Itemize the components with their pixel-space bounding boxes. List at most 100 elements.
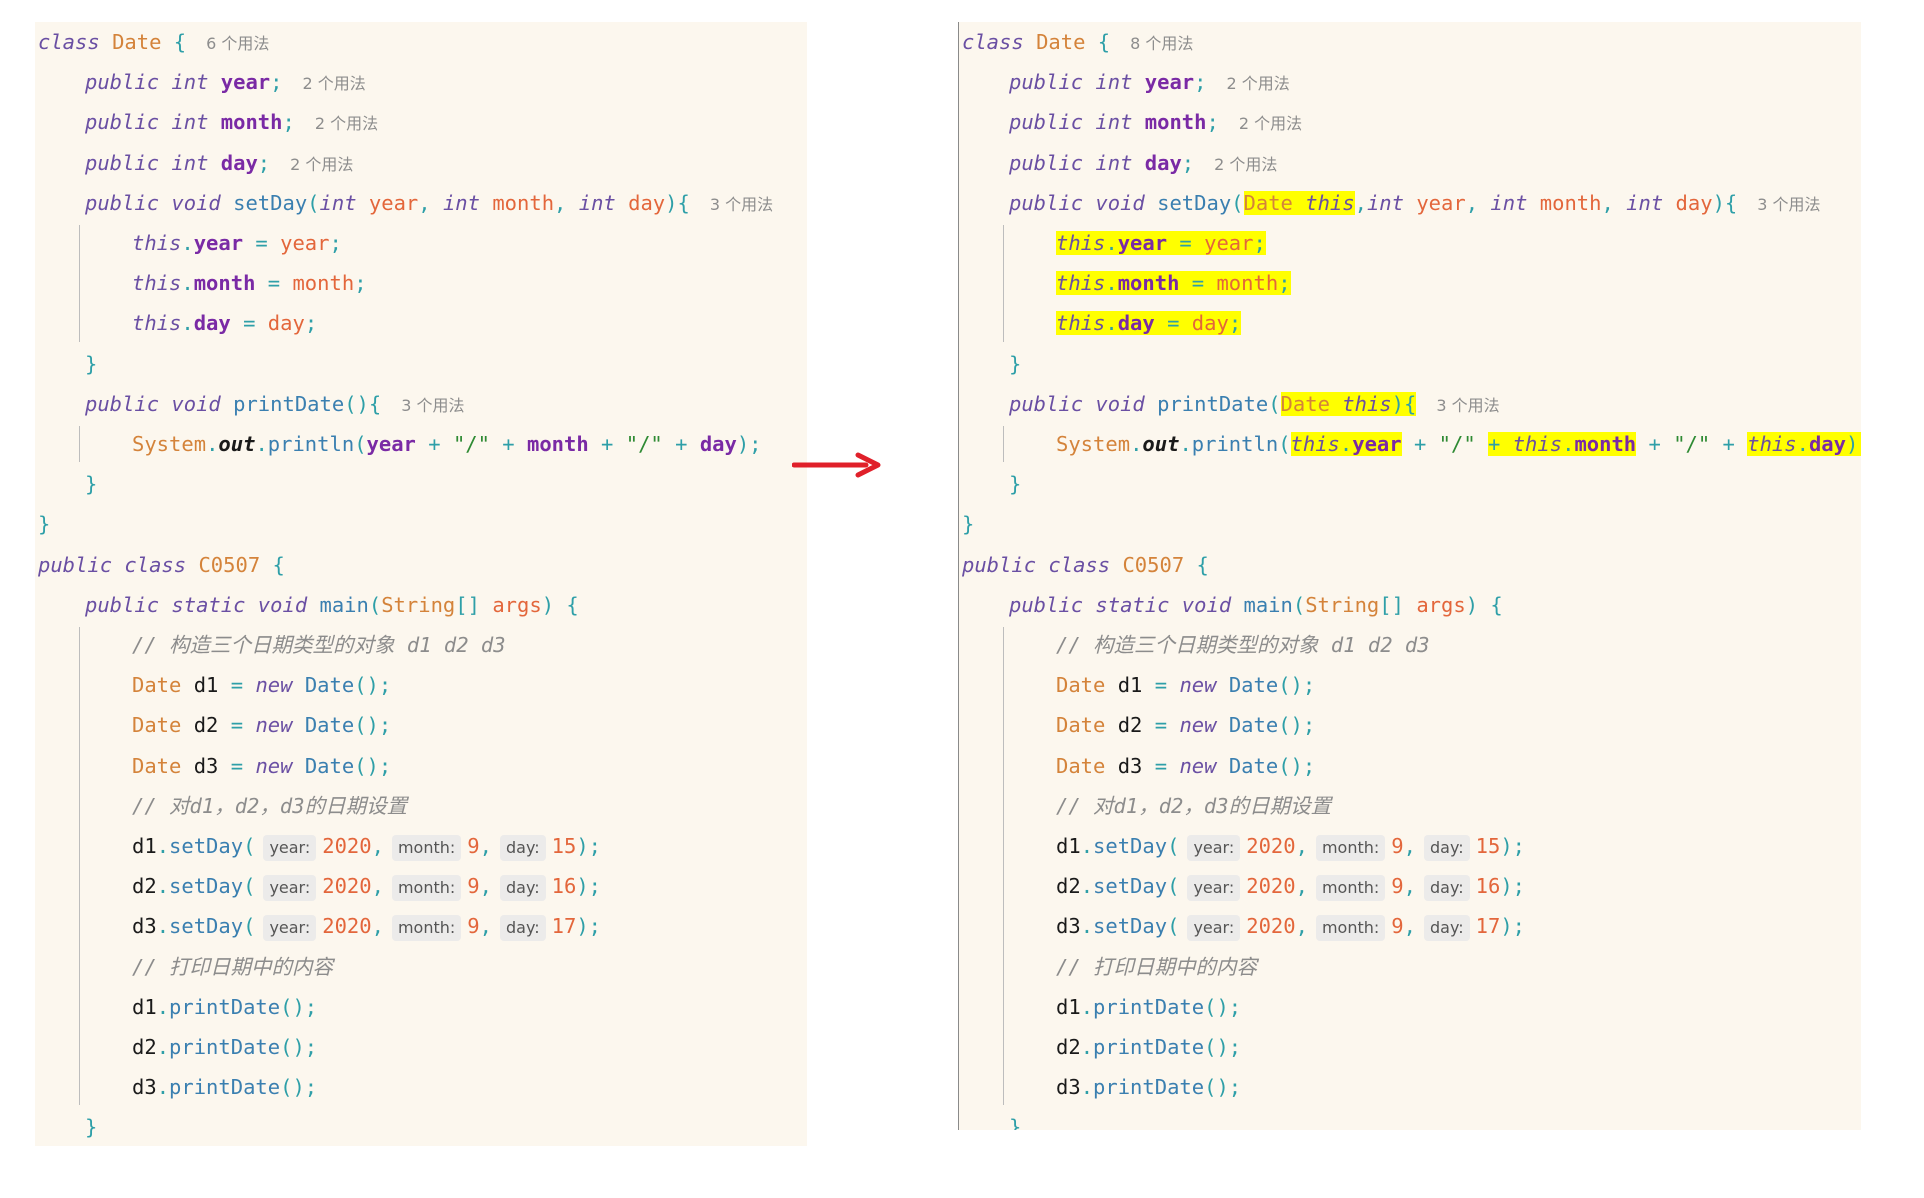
code-token: C0507 — [1122, 552, 1185, 577]
code-token: ){ — [665, 190, 690, 215]
param-hint: year: — [1187, 875, 1241, 902]
code-token: . — [181, 311, 194, 336]
code-token: day — [628, 190, 666, 215]
code-token: = — [230, 311, 268, 336]
code-token: + — [1401, 432, 1439, 456]
code-token: month — [527, 432, 589, 456]
code-token: ; — [282, 110, 295, 135]
code-token: . — [181, 271, 194, 296]
code-token: , — [1403, 914, 1416, 939]
code-token: . — [255, 432, 268, 456]
param-hint: day: — [499, 835, 546, 861]
code-line: public int month; 2 个用法 — [1009, 102, 1302, 142]
code-token: d3 — [1117, 753, 1143, 778]
code-token: setDay — [233, 190, 308, 215]
code-token: public class — [38, 552, 199, 577]
param-hint: month: — [1315, 875, 1386, 902]
code-token: ; — [304, 311, 318, 336]
code-line: // 打印日期中的内容 — [132, 947, 333, 987]
code-token: day — [220, 150, 258, 175]
code-token: ( — [243, 914, 256, 939]
code-token: public static void — [1009, 592, 1244, 617]
code-token: // 打印日期中的内容 — [1056, 954, 1258, 979]
code-token: printDate — [1093, 1035, 1205, 1059]
code-token: setDay — [169, 914, 244, 939]
code-token: setDay — [1093, 834, 1168, 858]
code-token: System — [132, 432, 207, 456]
code-token: , — [1354, 190, 1367, 215]
code-token: . — [1080, 834, 1094, 858]
code-token: ; — [1228, 311, 1242, 336]
code-token: ( — [1292, 592, 1306, 617]
code-line: } — [1009, 464, 1021, 504]
code-token: Date — [132, 673, 194, 698]
code-token: 15 — [551, 834, 577, 858]
code-token: args — [1416, 592, 1466, 617]
code-token: } — [38, 512, 51, 537]
code-token: new — [255, 673, 305, 698]
code-token: int — [319, 190, 369, 215]
code-token: (); — [1204, 994, 1242, 1019]
param-hint: month: — [1315, 915, 1386, 942]
code-line: this.day = day; — [1056, 303, 1242, 343]
code-token: ); — [1846, 432, 1861, 456]
code-token: (); — [280, 1075, 318, 1100]
code-token: 9 — [1391, 914, 1404, 939]
indent-guide — [1003, 627, 1004, 1106]
code-token: d2 — [1117, 713, 1143, 738]
code-token: = — [255, 271, 293, 296]
param-hint: day: — [1423, 835, 1470, 861]
param-hint: day: — [1423, 875, 1470, 902]
code-line: } — [38, 504, 50, 544]
code-token: d3 — [132, 1075, 157, 1100]
code-token: = — [1142, 673, 1180, 698]
code-token: d2 — [1056, 1035, 1081, 1059]
code-line: d2.setDay(year: 2020, month: 9, day: 16); — [1056, 866, 1525, 906]
code-token: year — [1416, 190, 1466, 215]
code-token: Date — [1280, 391, 1343, 416]
code-token: } — [85, 472, 98, 497]
code-token: this — [1512, 432, 1563, 456]
code-token: . — [1105, 311, 1118, 336]
code-token: + — [1710, 432, 1748, 456]
code-token: // 打印日期中的内容 — [132, 954, 334, 979]
code-token: String — [1305, 592, 1380, 617]
param-hint: month: — [391, 835, 462, 861]
usage-count: 3 个用法 — [1757, 194, 1821, 214]
code-token: ){ — [1712, 190, 1738, 215]
code-line: Date d2 = new Date(); — [1056, 705, 1315, 745]
code-token: (){ — [344, 391, 382, 416]
code-token: (); — [1204, 1075, 1242, 1100]
param-hint: year: — [1187, 915, 1241, 942]
code-token: int — [442, 190, 493, 215]
code-token: ( — [1167, 874, 1180, 899]
code-token: ; — [354, 271, 367, 296]
code-token: 9 — [467, 874, 480, 899]
code-token: } — [1009, 472, 1022, 497]
code-token: (); — [354, 713, 392, 738]
code-token: 2020 — [322, 874, 372, 899]
code-token: ( — [1231, 190, 1244, 215]
code-token: Date — [112, 30, 162, 54]
code-token: . — [156, 1035, 170, 1059]
code-line: } — [85, 344, 97, 384]
code-token: year — [280, 231, 330, 255]
code-line: // 对d1，d2，d3的日期设置 — [132, 786, 407, 826]
code-token: setDay — [169, 874, 244, 899]
code-token: printDate — [233, 391, 345, 416]
code-token: int — [1490, 190, 1540, 215]
usage-count: 3 个用法 — [401, 395, 465, 415]
code-token: (); — [280, 994, 318, 1019]
code-token: printDate — [1157, 391, 1269, 416]
code-token: this — [1056, 231, 1106, 255]
code-token: year — [220, 70, 271, 95]
code-token: = — [218, 753, 256, 778]
code-token: year — [193, 231, 244, 255]
code-token: ( — [354, 432, 367, 456]
usage-count: 2 个用法 — [314, 114, 379, 134]
code-line: // 构造三个日期类型的对象 d1 d2 d3 — [132, 625, 506, 665]
code-token: . — [206, 432, 219, 456]
code-token: = — [1154, 311, 1192, 336]
code-token: 9 — [1391, 874, 1404, 899]
code-token: , — [371, 834, 384, 858]
